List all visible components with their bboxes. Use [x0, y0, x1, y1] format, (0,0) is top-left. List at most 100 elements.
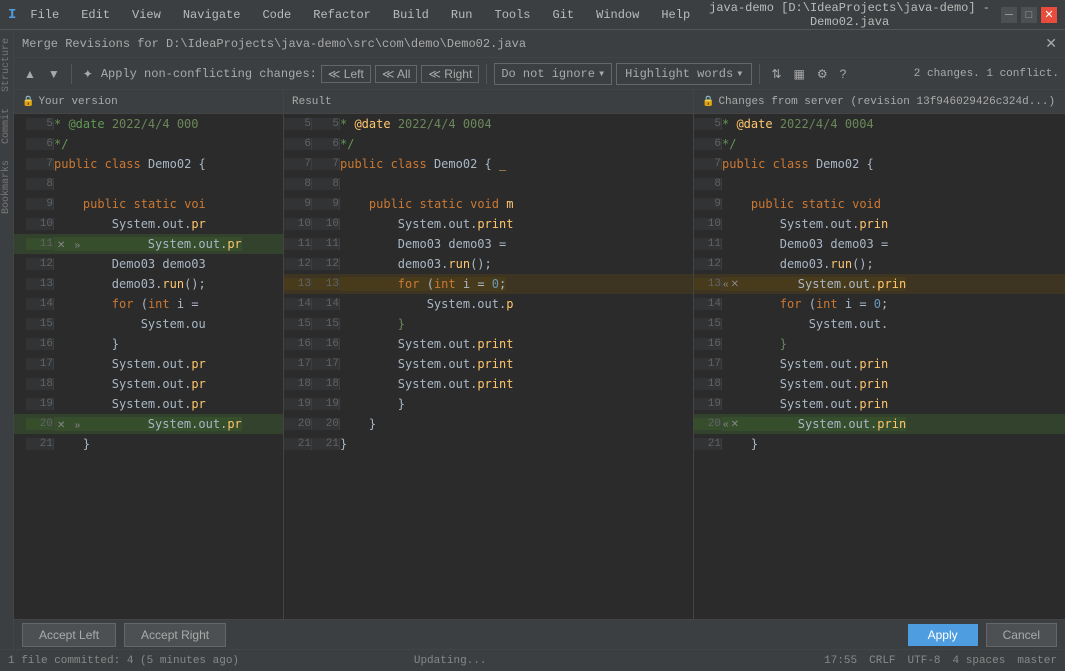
maximize-button[interactable]: □ — [1021, 7, 1037, 23]
left-panel-code[interactable]: 5 * @date 2022/4/4 000 6 */ — [14, 114, 283, 619]
changes-info: 2 changes. 1 conflict. — [914, 68, 1059, 80]
center-panel-code[interactable]: 5 5 * @date 2022/4/4 0004 6 6 */ — [284, 114, 693, 619]
table-row: 8 — [694, 174, 1065, 194]
menu-file[interactable]: File — [22, 6, 67, 24]
table-row: 9 public static voi — [14, 194, 283, 214]
table-row: 14 14 System.out.p — [284, 294, 693, 314]
left-panel-title: Your version — [38, 96, 117, 108]
side-tabs: Structure Commit Bookmarks — [0, 30, 14, 649]
table-row: 15 15 } — [284, 314, 693, 334]
menu-build[interactable]: Build — [385, 4, 437, 26]
status-time: 17:55 — [824, 655, 857, 667]
apply-right-button[interactable]: ≪ Right — [421, 65, 479, 83]
table-row: 8 8 — [284, 174, 693, 194]
table-row: 11 ✕ » System.out.pr — [14, 234, 283, 254]
right-action-x-13[interactable]: ✕ — [730, 279, 740, 290]
column-view-button[interactable]: ▦ — [790, 65, 809, 83]
table-row: 5 * @date 2022/4/4 0004 — [694, 114, 1065, 134]
table-row: 21 } — [14, 434, 283, 454]
status-branch[interactable]: master — [1017, 655, 1057, 667]
dropdown-arrow-icon: ▾ — [598, 66, 605, 81]
side-tab-commit[interactable]: Commit — [0, 100, 14, 152]
table-row: 10 10 System.out.print — [284, 214, 693, 234]
table-row: 15 System.out. — [694, 314, 1065, 334]
menu-edit[interactable]: Edit — [73, 4, 118, 26]
app-icon: I — [8, 7, 16, 23]
merge-title-text: Merge Revisions for D:\IdeaProjects\java… — [22, 37, 526, 51]
apply-button[interactable]: Apply — [908, 624, 978, 646]
status-charset[interactable]: UTF-8 — [908, 655, 941, 667]
magic-button[interactable]: ✦ — [79, 65, 97, 83]
table-row: 14 for (int i = 0; — [694, 294, 1065, 314]
status-right: 17:55 CRLF UTF-8 4 spaces master — [824, 655, 1057, 667]
table-row: 7 public class Demo02 { — [14, 154, 283, 174]
merge-close-button[interactable]: ✕ — [1045, 35, 1057, 52]
table-row: 6 6 */ — [284, 134, 693, 154]
menu-tools[interactable]: Tools — [487, 4, 539, 26]
table-row: 18 18 System.out.print — [284, 374, 693, 394]
table-row: 7 7 public class Demo02 { _ — [284, 154, 693, 174]
toolbar-sep-2 — [486, 64, 487, 84]
cancel-button[interactable]: Cancel — [986, 623, 1057, 647]
menu-window[interactable]: Window — [588, 4, 647, 26]
table-row: 9 9 public static void m — [284, 194, 693, 214]
left-code-table: 5 * @date 2022/4/4 000 6 */ — [14, 114, 283, 454]
right-code-table: 5 * @date 2022/4/4 0004 6 */ 7 — [694, 114, 1065, 454]
right-action-arrow-20[interactable]: « — [722, 419, 730, 430]
minimize-button[interactable]: ─ — [1001, 7, 1017, 23]
sync-scroll-button[interactable]: ⇅ — [767, 65, 785, 83]
window-title: java-demo [D:\IdeaProjects\java-demo] - … — [698, 1, 1001, 29]
table-row: 17 System.out.pr — [14, 354, 283, 374]
table-row: 5 * @date 2022/4/4 000 — [14, 114, 283, 134]
status-crlf[interactable]: CRLF — [869, 655, 895, 667]
menu-navigate[interactable]: Navigate — [175, 4, 249, 26]
menu-run[interactable]: Run — [443, 4, 481, 26]
line-content: * @date 2022/4/4 000 — [54, 117, 199, 131]
apply-all-button[interactable]: ≪ All — [375, 65, 418, 83]
menu-git[interactable]: Git — [545, 4, 583, 26]
menu-help[interactable]: Help — [653, 4, 698, 26]
table-row: 19 System.out.prin — [694, 394, 1065, 414]
table-row: 20 « ✕ System.out.prin — [694, 414, 1065, 434]
right-action-x-20[interactable]: ✕ — [730, 419, 740, 430]
center-panel-header: Result — [284, 90, 693, 114]
right-panel-header: 🔒 Changes from server (revision 13f94602… — [694, 90, 1065, 114]
close-button[interactable]: ✕ — [1041, 7, 1057, 23]
status-indent[interactable]: 4 spaces — [953, 655, 1006, 667]
side-tab-structure[interactable]: Structure — [0, 30, 14, 100]
right-panel-code[interactable]: 5 * @date 2022/4/4 0004 6 */ 7 — [694, 114, 1065, 619]
highlight-words-button[interactable]: Highlight words ▾ — [616, 63, 752, 85]
table-row: 7 public class Demo02 { — [694, 154, 1065, 174]
window-controls: ─ □ ✕ — [1001, 7, 1057, 23]
menu-code[interactable]: Code — [254, 4, 299, 26]
line-num: 5 — [26, 118, 54, 130]
table-row: 5 5 * @date 2022/4/4 0004 — [284, 114, 693, 134]
left-action-x-20[interactable]: ✕ — [56, 420, 66, 431]
left-action-arrow-11[interactable]: » — [74, 240, 82, 251]
ignore-dropdown[interactable]: Do not ignore ▾ — [494, 63, 612, 85]
table-row: 16 } — [694, 334, 1065, 354]
prev-change-button[interactable]: ▲ — [20, 65, 40, 83]
side-tab-bookmarks[interactable]: Bookmarks — [0, 152, 14, 222]
right-action-arrow-13[interactable]: « — [722, 279, 730, 290]
accept-left-button[interactable]: Accept Left — [22, 623, 116, 647]
lock-icon-left: 🔒 — [22, 96, 34, 108]
table-row: 18 System.out.prin — [694, 374, 1065, 394]
left-panel-header: 🔒 Your version — [14, 90, 283, 114]
toolbar-sep-3 — [759, 64, 760, 84]
left-action-arrow-20[interactable]: » — [74, 420, 82, 431]
table-row: 21 21 } — [284, 434, 693, 454]
accept-right-button[interactable]: Accept Right — [124, 623, 226, 647]
apply-left-button[interactable]: ≪ Left — [321, 65, 371, 83]
next-change-button[interactable]: ▼ — [44, 65, 64, 83]
table-row: 6 */ — [14, 134, 283, 154]
table-row: 17 System.out.prin — [694, 354, 1065, 374]
table-row: 19 System.out.pr — [14, 394, 283, 414]
menu-refactor[interactable]: Refactor — [305, 4, 379, 26]
help-button[interactable]: ? — [836, 65, 851, 83]
table-row: 20 20 } — [284, 414, 693, 434]
menu-view[interactable]: View — [124, 4, 169, 26]
left-action-x-11[interactable]: ✕ — [56, 240, 66, 251]
bottom-bar: Accept Left Accept Right Apply Cancel — [14, 619, 1065, 649]
settings-button[interactable]: ⚙ — [813, 65, 832, 83]
